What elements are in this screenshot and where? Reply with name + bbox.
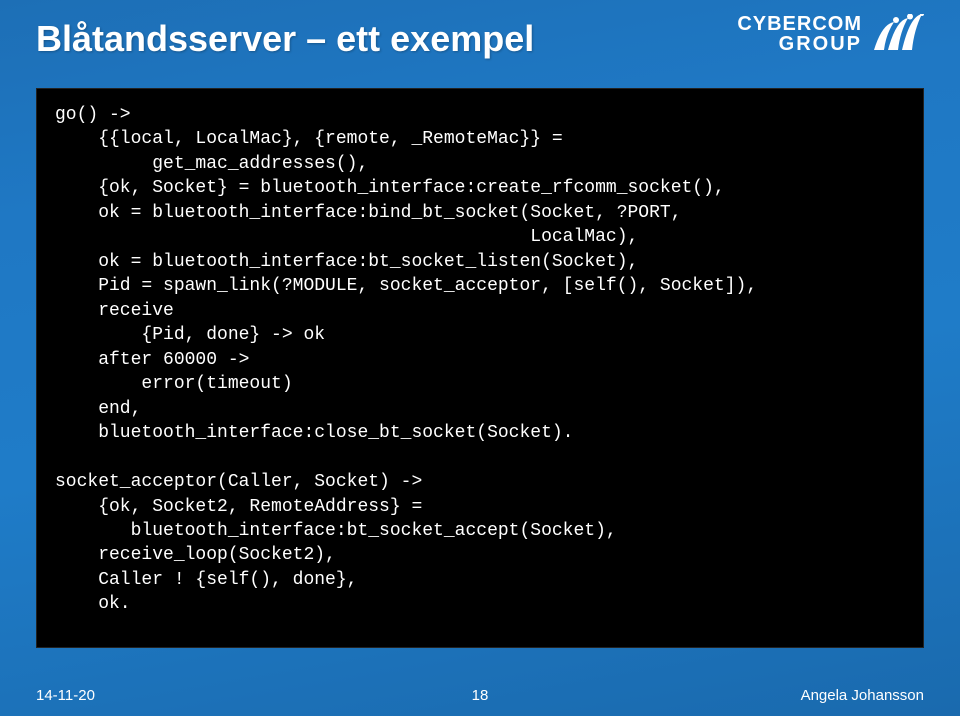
slide-title: Blåtandsserver – ett exempel [36, 18, 534, 60]
header: Blåtandsserver – ett exempel CYBERCOM GR… [0, 0, 960, 60]
logo-line2: GROUP [737, 34, 862, 54]
logo-text: CYBERCOM GROUP [737, 14, 862, 54]
slide: Blåtandsserver – ett exempel CYBERCOM GR… [0, 0, 960, 716]
logo-line1: CYBERCOM [737, 14, 862, 34]
footer-author: Angela Johansson [801, 687, 924, 704]
footer-date: 14-11-20 [36, 687, 95, 704]
code-block: go() -> {{local, LocalMac}, {remote, _Re… [36, 88, 924, 648]
logo-icon [872, 14, 924, 54]
logo: CYBERCOM GROUP [737, 14, 924, 54]
footer: 14-11-20 18 Angela Johansson [0, 687, 960, 704]
